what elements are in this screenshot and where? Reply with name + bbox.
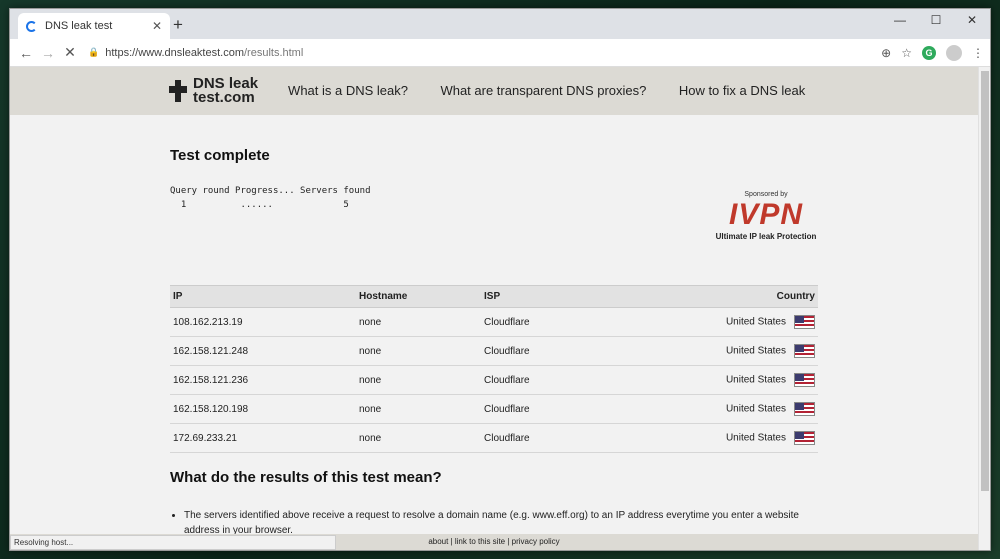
cell-ip: 108.162.213.19 bbox=[170, 307, 356, 337]
tab-close-icon[interactable]: ✕ bbox=[152, 19, 162, 33]
column-isp: ISP bbox=[481, 285, 600, 308]
nav-what-is-dns-leak[interactable]: What is a DNS leak? bbox=[288, 83, 408, 98]
menu-kebab-icon[interactable]: ⋮ bbox=[972, 46, 984, 60]
faucet-icon bbox=[167, 78, 189, 104]
maximize-icon[interactable]: ☐ bbox=[918, 9, 954, 31]
address-bar[interactable]: 🔒 https://www.dnsleaktest.com/results.ht… bbox=[88, 42, 875, 64]
country-name: United States bbox=[725, 374, 786, 386]
cell-ip: 162.158.121.236 bbox=[170, 365, 356, 395]
us-flag-icon bbox=[794, 373, 815, 387]
footer-link-to-site[interactable]: link to this site bbox=[455, 537, 505, 546]
results-table: IP Hostname ISP Country 108.162.213.19 n… bbox=[170, 285, 818, 453]
toolbar-actions: ⊕ ☆ G ⋮ bbox=[881, 44, 984, 61]
browser-window: DNS leak test ✕ + — ☐ ✕ ← → ✕ 🔒 https://… bbox=[9, 8, 991, 551]
page-title: Test complete bbox=[170, 147, 270, 164]
us-flag-icon bbox=[794, 344, 815, 358]
stop-loading-icon[interactable]: ✕ bbox=[60, 44, 80, 61]
table-header-row: IP Hostname ISP Country bbox=[170, 285, 818, 308]
cell-country: United States bbox=[599, 365, 818, 395]
forward-icon[interactable]: → bbox=[38, 45, 58, 61]
tab-title: DNS leak test bbox=[45, 20, 113, 32]
bookmark-star-icon[interactable]: ☆ bbox=[901, 46, 912, 60]
url-path: /results.html bbox=[244, 46, 304, 59]
zoom-icon[interactable]: ⊕ bbox=[881, 46, 891, 60]
grammarly-extension-icon[interactable]: G bbox=[922, 45, 936, 60]
table-row: 172.69.233.21 none Cloudflare United Sta… bbox=[170, 423, 818, 453]
cell-ip: 162.158.120.198 bbox=[170, 394, 356, 424]
table-row: 108.162.213.19 none Cloudflare United St… bbox=[170, 307, 818, 337]
cell-country: United States bbox=[599, 394, 818, 424]
table-row: 162.158.121.248 none Cloudflare United S… bbox=[170, 336, 818, 366]
footer-privacy-link[interactable]: privacy policy bbox=[512, 537, 560, 546]
logo-line-2: test.com bbox=[193, 89, 255, 106]
country-name: United States bbox=[725, 345, 786, 357]
cell-hostname: none bbox=[356, 394, 481, 424]
minimize-icon[interactable]: — bbox=[882, 9, 918, 31]
table-row: 162.158.121.236 none Cloudflare United S… bbox=[170, 365, 818, 395]
tab-dns-leak-test[interactable]: DNS leak test ✕ bbox=[18, 13, 170, 39]
cell-isp: Cloudflare bbox=[481, 336, 600, 366]
sponsor-tagline: Ultimate IP leak Protection bbox=[715, 232, 817, 241]
sponsor-ad[interactable]: Sponsored by IVPN Ultimate IP leak Prote… bbox=[714, 191, 818, 241]
column-country: Country bbox=[599, 285, 818, 308]
cell-country: United States bbox=[599, 307, 818, 337]
us-flag-icon bbox=[794, 431, 815, 445]
cell-ip: 162.158.121.248 bbox=[170, 336, 356, 366]
column-ip: IP bbox=[170, 285, 356, 308]
sponsor-logo: IVPN bbox=[728, 198, 804, 231]
us-flag-icon bbox=[794, 315, 815, 329]
cell-country: United States bbox=[599, 423, 818, 453]
sponsor-label: Sponsored by bbox=[744, 191, 788, 198]
cell-isp: Cloudflare bbox=[481, 394, 600, 424]
site-nav: What is a DNS leak? What are transparent… bbox=[288, 82, 833, 100]
profile-avatar[interactable] bbox=[946, 44, 962, 61]
column-hostname: Hostname bbox=[356, 285, 481, 308]
page-scrollbar[interactable] bbox=[978, 67, 990, 550]
cell-country: United States bbox=[599, 336, 818, 366]
country-name: United States bbox=[725, 432, 786, 444]
cell-hostname: none bbox=[356, 423, 481, 453]
lock-icon[interactable]: 🔒 bbox=[88, 47, 99, 58]
page-viewport: DNS leak test.com What is a DNS leak? Wh… bbox=[10, 67, 978, 550]
us-flag-icon bbox=[794, 402, 815, 416]
main-content: Test complete Query round Progress... Se… bbox=[170, 147, 818, 536]
meaning-heading: What do the results of this test mean? bbox=[170, 469, 442, 486]
window-controls: — ☐ ✕ bbox=[882, 9, 990, 31]
footer-about-link[interactable]: about bbox=[428, 537, 448, 546]
nav-how-to-fix[interactable]: How to fix a DNS leak bbox=[679, 83, 805, 98]
cell-isp: Cloudflare bbox=[481, 307, 600, 337]
status-bar: Resolving host... bbox=[10, 535, 336, 550]
site-logo[interactable]: DNS leak test.com bbox=[167, 76, 258, 106]
country-name: United States bbox=[725, 316, 786, 328]
cell-isp: Cloudflare bbox=[481, 365, 600, 395]
cell-isp: Cloudflare bbox=[481, 423, 600, 453]
cell-hostname: none bbox=[356, 307, 481, 337]
tab-strip: DNS leak test ✕ + — ☐ ✕ bbox=[10, 9, 990, 39]
cell-ip: 172.69.233.21 bbox=[170, 423, 356, 453]
table-row: 162.158.120.198 none Cloudflare United S… bbox=[170, 394, 818, 424]
close-window-icon[interactable]: ✕ bbox=[954, 9, 990, 31]
browser-toolbar: ← → ✕ 🔒 https://www.dnsleaktest.com/resu… bbox=[10, 39, 990, 67]
country-name: United States bbox=[725, 403, 786, 415]
loading-spinner-icon bbox=[26, 20, 37, 32]
new-tab-button[interactable]: + bbox=[173, 15, 183, 35]
url-host: https://www.dnsleaktest.com bbox=[105, 46, 244, 59]
site-header: DNS leak test.com What is a DNS leak? Wh… bbox=[10, 67, 978, 115]
scrollbar-thumb[interactable] bbox=[981, 71, 989, 491]
cell-hostname: none bbox=[356, 365, 481, 395]
cell-hostname: none bbox=[356, 336, 481, 366]
back-icon[interactable]: ← bbox=[16, 45, 36, 61]
nav-transparent-dns-proxies[interactable]: What are transparent DNS proxies? bbox=[440, 83, 646, 98]
